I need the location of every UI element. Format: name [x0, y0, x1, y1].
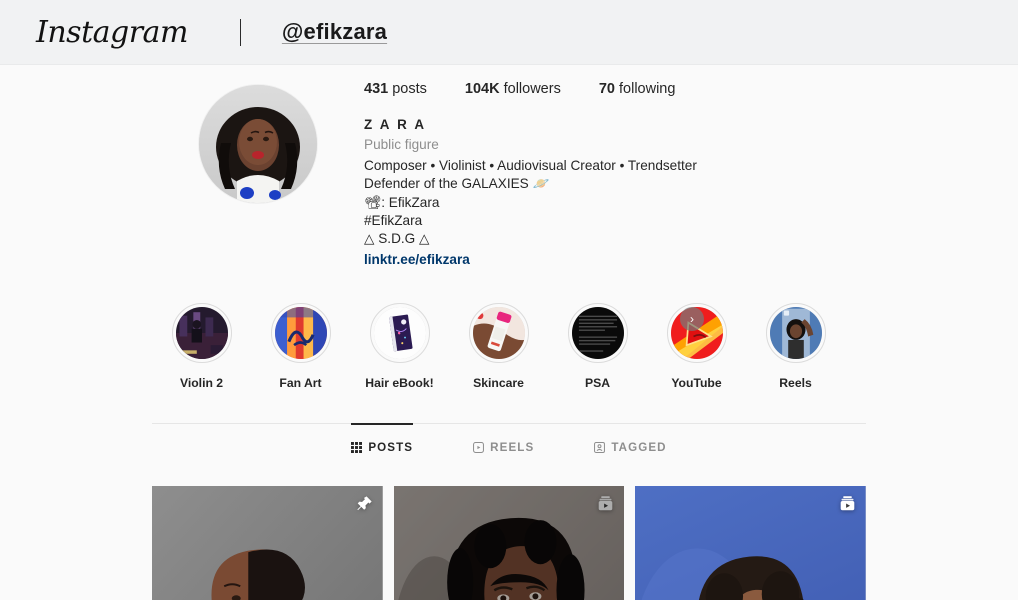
bio-line-3: 📽: EfikZara: [364, 194, 440, 210]
tab-reels-label: REELS: [490, 441, 535, 455]
display-name: Z A R A: [364, 117, 427, 132]
instagram-logo[interactable]: Instagram: [36, 15, 188, 50]
stat-followers-value: 104K: [464, 81, 500, 97]
blue-reel-clip-icon: [769, 307, 822, 360]
highlight-ring: [765, 303, 826, 364]
highlight-ring: [567, 303, 628, 364]
highlight-label: Fan Art: [279, 376, 322, 391]
stat-following-value: 70: [598, 81, 615, 97]
highlight-label: Skincare: [473, 376, 524, 391]
avatar[interactable]: [199, 85, 317, 203]
reels-icon: [473, 442, 485, 454]
highlight-violin-2[interactable]: Violin 2: [152, 303, 251, 390]
bio-hashtag[interactable]: #EfikZara: [364, 212, 713, 230]
profile-handle-link[interactable]: @efikzara: [282, 19, 387, 45]
colorful-art-icon: [274, 307, 327, 360]
highlight-label: YouTube: [671, 376, 722, 391]
highlight-label: Hair eBook!: [365, 376, 434, 391]
stat-followers[interactable]: 104K followers: [465, 81, 561, 97]
highlight-label: Violin 2: [179, 376, 224, 391]
profile-tabs: POSTS REELS TAGGED: [152, 423, 866, 464]
highlight-ring: [369, 303, 430, 364]
highlight-label: Reels: [779, 376, 812, 391]
tab-posts-label: POSTS: [368, 441, 414, 455]
header-divider: [239, 18, 241, 46]
top-bar: Instagram @efikzara: [0, 0, 1018, 65]
post-hover-overlay: 1,652 14: [393, 486, 625, 600]
profile-info: 431 posts 104K followers 70 following Z …: [364, 77, 713, 269]
bio-line-5: △ S.D.G △: [364, 231, 430, 247]
stat-followers-label: followers: [503, 81, 561, 97]
highlight-hair-ebook[interactable]: Hair eBook!: [350, 303, 449, 390]
highlight-ring: [171, 303, 232, 364]
profile-category: Public figure: [364, 137, 439, 153]
post-twists-closeup[interactable]: 1,652 14: [393, 486, 625, 600]
grid-icon: [351, 442, 363, 454]
story-highlights: Violin 2 Fan Art Hair eBook! Skincare PS…: [0, 269, 1018, 390]
highlight-psa[interactable]: PSA: [548, 303, 647, 390]
profile-header: 431 posts 104K followers 70 following Z …: [0, 65, 1018, 269]
highlight-label: PSA: [584, 376, 611, 391]
tab-tagged[interactable]: TAGGED: [594, 423, 666, 464]
tagged-icon: [594, 442, 606, 454]
stats-row: 431 posts 104K followers 70 following: [364, 81, 713, 97]
highlight-skincare[interactable]: Skincare: [449, 303, 548, 390]
black-text-card-icon: [571, 307, 624, 360]
bio-block: Z A R A Public figure Composer • Violini…: [364, 116, 713, 269]
tab-tagged-label: TAGGED: [611, 441, 667, 455]
highlight-ring: [468, 303, 529, 364]
tab-reels[interactable]: REELS: [473, 423, 534, 464]
highlight-ring: [270, 303, 331, 364]
bio-line-2: Defender of the GALAXIES 🪐: [364, 176, 550, 192]
purple-book-icon: [373, 307, 426, 360]
stat-following-label: following: [619, 81, 676, 97]
carousel-icon: [839, 495, 856, 512]
stat-following[interactable]: 70 following: [599, 81, 676, 97]
post-grid: 1,652 14: [152, 486, 866, 600]
concert-stage-icon: [175, 307, 228, 360]
stat-posts-value: 431: [364, 81, 389, 97]
bio-line-1: Composer • Violinist • Audiovisual Creat…: [364, 157, 697, 173]
post-yellow-top-blue-bg[interactable]: [635, 486, 866, 600]
bio-external-link[interactable]: linktr.ee/efikzara: [364, 251, 470, 269]
pin-icon: [356, 495, 373, 512]
stat-posts[interactable]: 431 posts: [364, 81, 427, 97]
stat-posts-label: posts: [392, 81, 427, 97]
pink-bottle-icon: [472, 307, 525, 360]
tab-posts[interactable]: POSTS: [351, 423, 414, 464]
highlight-reels[interactable]: Reels: [746, 303, 845, 390]
highlight-fan-art[interactable]: Fan Art: [251, 303, 350, 390]
post-red-shirt-profile[interactable]: [152, 486, 383, 600]
avatar-column: [152, 77, 364, 269]
